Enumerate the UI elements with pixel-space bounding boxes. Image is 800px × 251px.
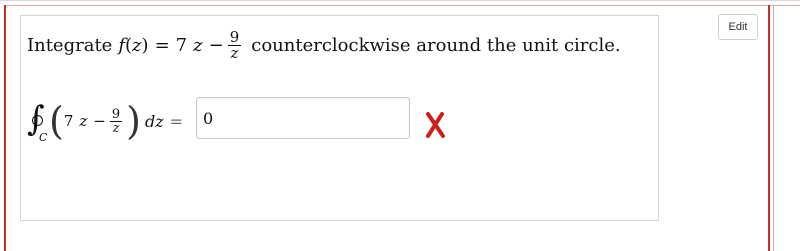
question-prompt: Integrate f (z) = 7 z − 9 z counterclock… [27, 27, 621, 62]
panel-border-right-outer [773, 5, 774, 251]
prompt-fraction-numerator: 9 [229, 27, 240, 46]
integral-equals: = [169, 111, 184, 131]
prompt-fraction: 9 z [227, 27, 242, 62]
prompt-equals: = [154, 34, 170, 56]
prompt-minus: − [208, 34, 224, 56]
integrand-fraction: 9 z [109, 106, 123, 136]
panel-border-top [4, 5, 800, 6]
integrand-fraction-denominator: z [112, 120, 120, 136]
integrand-fraction-numerator: 9 [111, 106, 121, 122]
prompt-prefix: Integrate [27, 34, 113, 56]
function-variable: z [132, 34, 142, 56]
question-panel: Integrate f ( z) = 7 z − 9 z counterclock… [0, 0, 800, 251]
differential: dz [144, 111, 164, 131]
left-paren: ( [49, 99, 64, 143]
edit-button[interactable]: Edit [718, 14, 758, 40]
panel-border-left [4, 5, 6, 251]
answer-input[interactable]: 0 [196, 97, 410, 139]
integrand-variable: z [79, 112, 88, 130]
right-paren: ) [126, 99, 141, 143]
contour-label: C [39, 131, 48, 144]
integrand-minus: − [93, 112, 106, 130]
prompt-fraction-denominator: z [230, 43, 239, 62]
integral-expression: ∫ C ( 7 z − 9 z ) dz = [27, 97, 189, 145]
integrand: 7 z − 9 z [64, 108, 126, 135]
integrand-coefficient: 7 [63, 112, 74, 130]
prompt-suffix: counterclockwise around the unit circle. [251, 34, 621, 56]
panel-border-right [768, 5, 770, 251]
prompt-variable: z [193, 34, 203, 56]
contour-integral-icon: ∫ C [27, 99, 48, 144]
function-name: f [118, 34, 126, 56]
prompt-coefficient: 7 [175, 34, 188, 56]
incorrect-x-icon [426, 112, 445, 138]
